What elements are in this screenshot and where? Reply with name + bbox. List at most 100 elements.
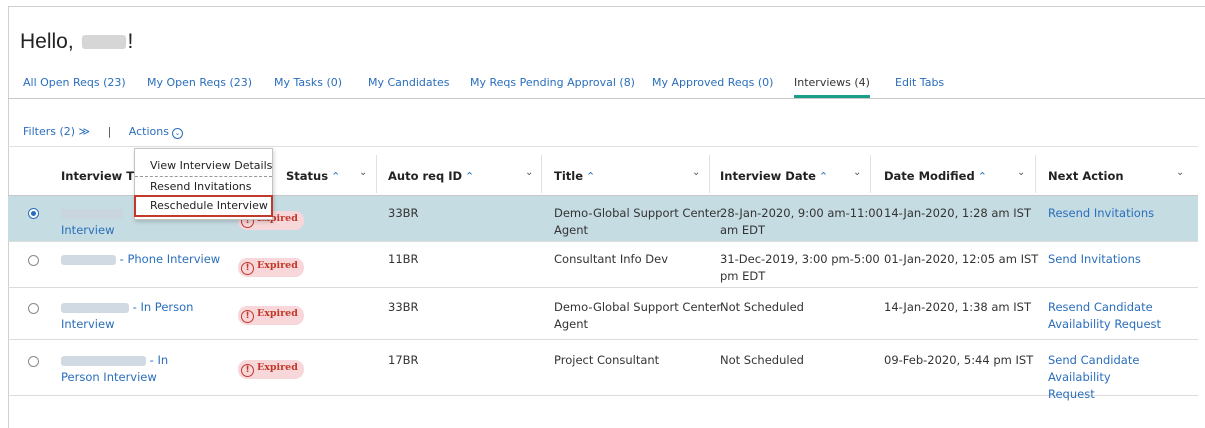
chevron-down-icon[interactable]: ⌄ — [1176, 167, 1184, 178]
redacted-candidate-name — [61, 208, 123, 219]
date-modified: 01-Jan-2020, 12:05 am IST — [884, 252, 1039, 266]
interview-link[interactable]: - In Person Interview — [61, 299, 193, 333]
col-title[interactable]: Title ⌃ — [554, 169, 595, 183]
filter-separator: | — [107, 125, 112, 138]
col-interview-date[interactable]: Interview Date ⌃ — [720, 169, 828, 183]
interview-line2: Interview — [61, 317, 115, 331]
col-interview-date-label: Interview Date — [720, 169, 816, 183]
greeting-suffix: ! — [127, 30, 134, 53]
interview-link[interactable]: Interview — [61, 205, 123, 239]
title-line1: Demo-Global Support Center — [554, 206, 722, 220]
greeting: Hello, ! — [20, 30, 133, 54]
table-row[interactable]: - In Person Interview ! Expired 17BR Proj… — [8, 340, 1198, 401]
date-modified: 14-Jan-2020, 1:38 am IST — [884, 300, 1031, 314]
title-line2: Agent — [554, 317, 589, 331]
row-radio[interactable] — [28, 255, 39, 266]
status-badge: ! Expired — [238, 360, 304, 379]
action-line1: Resend Invitations — [1048, 206, 1155, 220]
req-id: 17BR — [388, 353, 419, 367]
redacted-candidate-name — [61, 355, 146, 366]
row-radio[interactable] — [28, 208, 39, 219]
date-modified: 09-Feb-2020, 5:44 pm IST — [884, 353, 1034, 367]
tab-approved-reqs[interactable]: My Approved Reqs (0) — [652, 76, 773, 89]
col-auto-req-label: Auto req ID — [388, 169, 463, 183]
interview-suffix: - In — [149, 353, 169, 367]
status-badge: ! Expired — [238, 258, 304, 277]
chevron-down-icon[interactable]: ⌄ — [525, 167, 533, 178]
date-line1: 28-Jan-2020, 9:00 am-11:00 — [720, 206, 883, 220]
row-radio[interactable] — [28, 303, 39, 314]
interview-suffix: - Phone Interview — [119, 252, 221, 266]
action-line1: Send Candidate Availability — [1048, 353, 1140, 384]
req-title: Consultant Info Dev — [554, 252, 668, 266]
date-line2: am EDT — [720, 223, 766, 237]
chevron-down-icon[interactable]: ⌄ — [692, 167, 700, 178]
table-row[interactable]: - In Person Interview ! Expired 33BR Demo… — [8, 288, 1198, 340]
req-title: Project Consultant — [554, 353, 660, 367]
alert-icon: ! — [241, 364, 254, 377]
menu-item-view-interview-details[interactable]: View Interview Details — [135, 157, 272, 177]
tab-my-candidates[interactable]: My Candidates — [368, 76, 449, 89]
column-divider — [541, 155, 542, 193]
next-action-link[interactable]: Resend Candidate Availability Request — [1048, 299, 1161, 333]
date-line2: pm EDT — [720, 269, 766, 283]
next-action-link[interactable]: Send Candidate Availability Request — [1048, 352, 1198, 403]
tab-edit-tabs[interactable]: Edit Tabs — [895, 76, 944, 89]
filter-bar: Filters (2) ≫ | Actions ⌄ — [23, 125, 183, 139]
column-divider — [709, 155, 710, 193]
req-title: Demo-Global Support Center Agent — [554, 205, 721, 239]
filters-link[interactable]: Filters (2) ≫ — [23, 125, 90, 138]
chevron-down-icon: ⌄ — [171, 128, 183, 139]
col-status[interactable]: Status ⌃ — [286, 169, 340, 183]
tab-my-open-reqs[interactable]: My Open Reqs (23) — [147, 76, 252, 89]
title-line1: Demo-Global Support Center — [554, 300, 722, 314]
interview-line2: Person Interview — [61, 370, 157, 384]
tab-my-tasks[interactable]: My Tasks (0) — [274, 76, 342, 89]
next-action-link[interactable]: Resend Invitations — [1048, 205, 1154, 222]
tab-all-open-reqs[interactable]: All Open Reqs (23) — [23, 76, 126, 89]
col-interview-title[interactable]: Interview Ti — [61, 169, 138, 183]
table-row[interactable]: - Phone Interview ! Expired 11BR Consulta… — [8, 242, 1198, 288]
redacted-candidate-name — [61, 302, 129, 313]
interview-suffix: - In Person — [132, 300, 194, 314]
menu-item-resend-invitations[interactable]: Resend Invitations — [135, 179, 272, 195]
tab-interviews[interactable]: Interviews (4) — [794, 76, 870, 98]
interview-link[interactable]: - In Person Interview — [61, 352, 168, 386]
alert-icon: ! — [241, 262, 254, 275]
chevron-down-icon[interactable]: ⌄ — [853, 167, 861, 178]
col-date-modified-label: Date Modified — [884, 169, 975, 183]
title-line2: Agent — [554, 223, 589, 237]
redacted-candidate-name — [61, 254, 116, 265]
status-text: Expired — [257, 308, 298, 319]
sort-icon: ⌃ — [586, 170, 596, 183]
interview-date: Not Scheduled — [720, 300, 804, 314]
chevron-down-icon[interactable]: ⌄ — [1017, 167, 1025, 178]
interview-link[interactable]: - Phone Interview — [61, 251, 220, 268]
tab-pending-approval[interactable]: My Reqs Pending Approval (8) — [470, 76, 635, 89]
col-title-label: Title — [554, 169, 584, 183]
date-modified: 14-Jan-2020, 1:28 am IST — [884, 206, 1031, 220]
tab-bar: All Open Reqs (23) My Open Reqs (23) My … — [8, 68, 1205, 99]
interview-date: Not Scheduled — [720, 353, 804, 367]
alert-icon: ! — [241, 310, 254, 323]
menu-item-reschedule-interview[interactable]: Reschedule Interview — [134, 195, 273, 217]
sort-icon: ⌃ — [331, 170, 341, 183]
sort-icon: ⌃ — [977, 170, 987, 183]
col-date-modified[interactable]: Date Modified ⌃ — [884, 169, 987, 183]
status-text: Expired — [257, 362, 298, 373]
next-action-link[interactable]: Send Invitations — [1048, 251, 1141, 268]
status-text: Expired — [257, 260, 298, 271]
col-auto-req-id[interactable]: Auto req ID ⌃ — [388, 169, 474, 183]
req-id: 33BR — [388, 300, 419, 314]
sort-icon: ⌃ — [465, 170, 475, 183]
column-divider — [1035, 155, 1036, 193]
date-line1: 31-Dec-2019, 3:00 pm-5:00 — [720, 252, 880, 266]
req-id: 33BR — [388, 206, 419, 220]
actions-label: Actions — [128, 125, 169, 138]
chevron-down-icon[interactable]: ⌄ — [359, 167, 367, 178]
actions-menu: View Interview Details Resend Invitation… — [134, 148, 273, 220]
greeting-prefix: Hello, — [20, 30, 74, 53]
col-next-action[interactable]: Next Action — [1048, 169, 1124, 183]
actions-button[interactable]: Actions ⌄ — [128, 125, 183, 139]
row-radio[interactable] — [28, 356, 39, 367]
